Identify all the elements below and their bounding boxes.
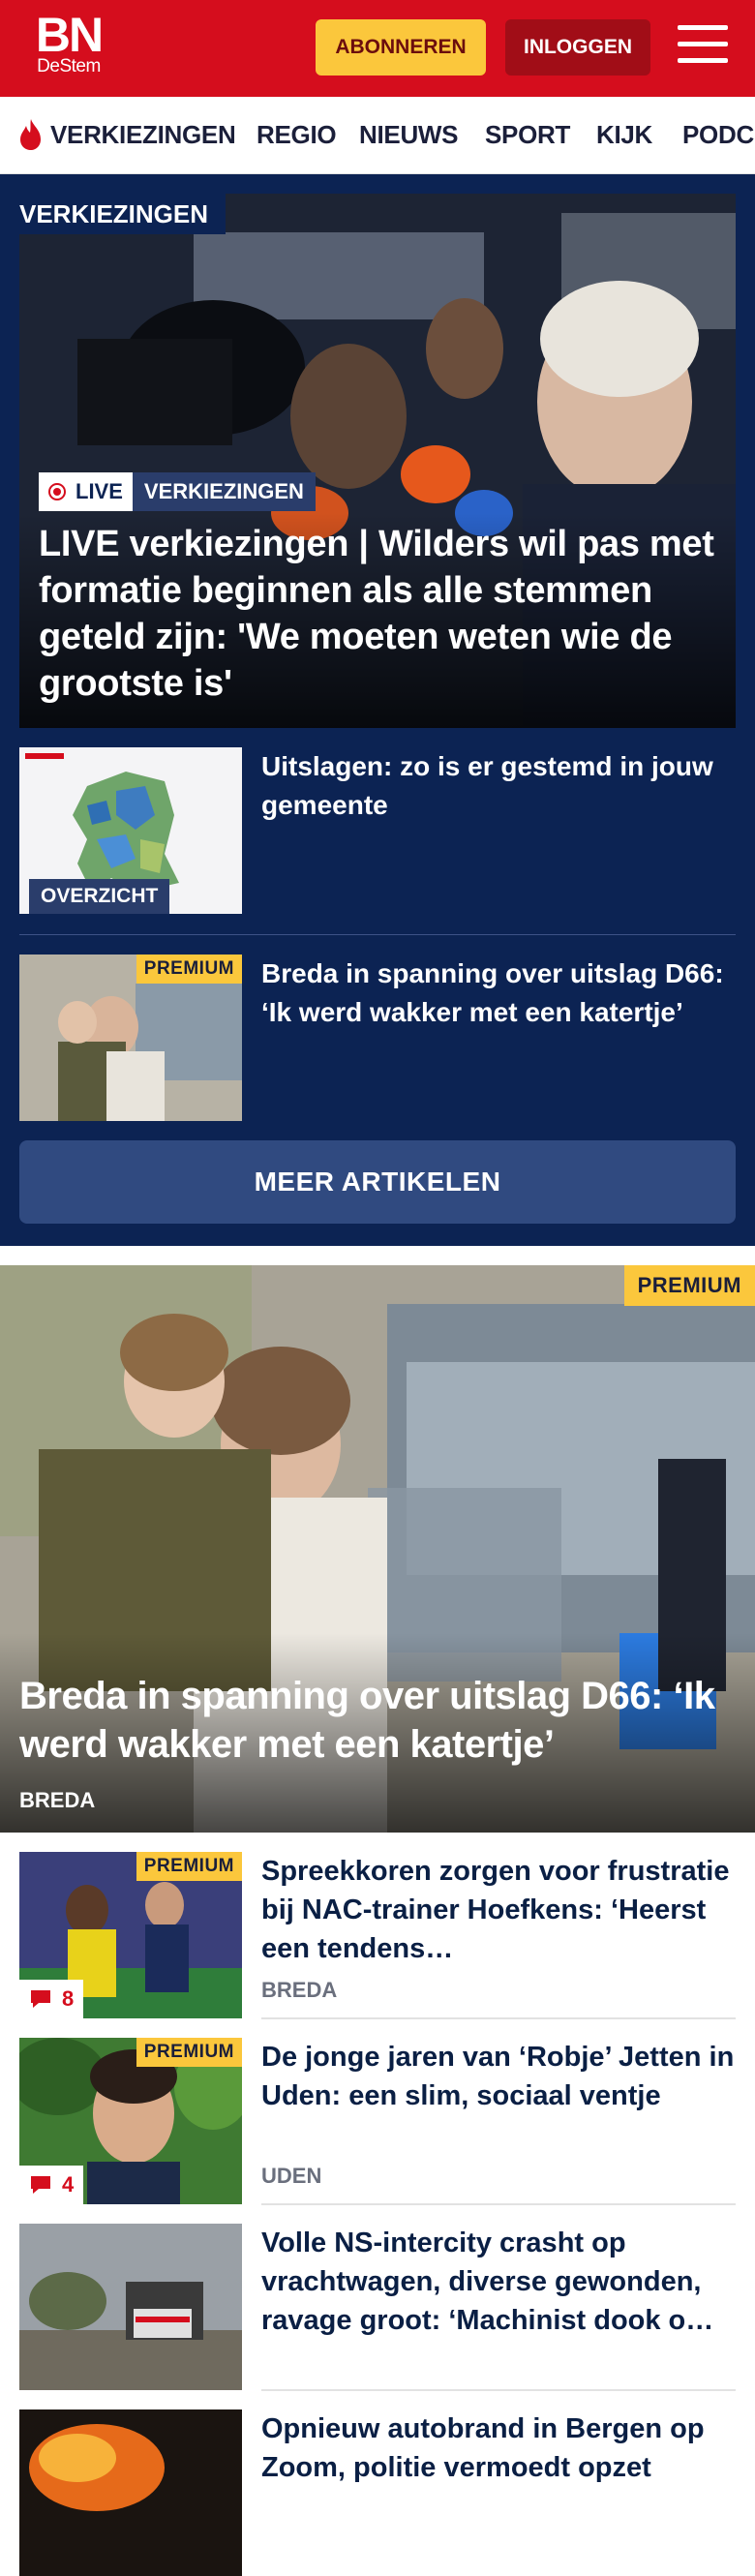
list-item[interactable]: Opnieuw autobrand in Bergen op Zoom, pol… [19, 2409, 736, 2576]
login-button[interactable]: INLOGGEN [505, 19, 650, 76]
logo-sub: DeStem [37, 56, 101, 76]
featured-title[interactable]: Breda in spanning over uitslag D66: ‘Ik … [19, 1672, 745, 1769]
list-item[interactable]: PREMIUM 4 De jonge jaren van ‘Robje’ Jet… [19, 2038, 736, 2204]
divider [261, 2203, 736, 2205]
premium-badge: PREMIUM [136, 1852, 242, 1881]
premium-badge: PREMIUM [136, 955, 242, 984]
more-articles-button[interactable]: MEER ARTIKELEN [19, 1140, 736, 1224]
comment-count-value: 4 [62, 2172, 75, 2197]
subscribe-button[interactable]: ABONNEREN [316, 19, 486, 76]
section-label: VERKIEZINGEN [19, 194, 226, 234]
divider [261, 2389, 736, 2391]
comment-count-value: 8 [62, 1986, 75, 2011]
nav-label: VERKIEZINGEN [50, 119, 236, 149]
premium-badge: PREMIUM [136, 2038, 242, 2067]
premium-badge: PREMIUM [623, 1265, 755, 1306]
overview-badge: OVERZICHT [29, 879, 170, 914]
article-title[interactable]: Volle NS-intercity crasht op vrachtwagen… [261, 2224, 736, 2340]
article-title[interactable]: Opnieuw autobrand in Bergen op Zoom, pol… [261, 2409, 736, 2487]
featured-location: BREDA [19, 1788, 96, 1812]
category-badge: VERKIEZINGEN [132, 472, 316, 511]
comment-count[interactable]: 4 [19, 2166, 84, 2204]
nav-item-verkiezingen[interactable]: VERKIEZINGEN [17, 97, 236, 172]
hero-title[interactable]: LIVE verkiezingen | Wilders wil pas met … [39, 521, 716, 707]
list-item[interactable]: Volle NS-intercity crasht op vrachtwagen… [19, 2224, 736, 2390]
article-image [19, 2409, 242, 2576]
live-dot-icon [48, 483, 66, 500]
top-bar: BN DeStem ABONNEREN INLOGGEN [0, 0, 755, 97]
logo-main: BN [35, 8, 104, 62]
divider [261, 2017, 736, 2019]
article-title[interactable]: Uitslagen: zo is er gestemd in jouw geme… [261, 747, 736, 825]
hero-article[interactable]: VERKIEZINGEN LIVE VERKIEZINGEN LIVE verk… [19, 194, 736, 728]
nav-item-nieuws[interactable]: NIEUWS [359, 97, 459, 172]
menu-icon[interactable] [678, 25, 728, 70]
live-badge: LIVE [39, 472, 133, 511]
list-item[interactable]: OVERZICHT Uitslagen: zo is er gestemd in… [19, 747, 736, 914]
article-thumbnail: PREMIUM [19, 955, 242, 1121]
comment-count[interactable]: 8 [19, 1980, 84, 2018]
list-item[interactable]: PREMIUM 8 Spreekkoren zorgen voor frustr… [19, 1852, 736, 2018]
article-title[interactable]: Spreekkoren zorgen voor frustratie bij N… [261, 1852, 736, 1968]
article-thumbnail: PREMIUM 8 [19, 1852, 242, 2018]
nav-item-kijk[interactable]: KIJK [596, 97, 652, 172]
article-image [19, 2224, 242, 2390]
article-thumbnail [19, 2409, 242, 2576]
map-thumbnail: OVERZICHT [19, 747, 242, 914]
featured-article[interactable]: PREMIUM Breda in spanning over uitslag D… [0, 1265, 755, 1833]
article-title[interactable]: De jonge jaren van ‘Robje’ Jetten in Ude… [261, 2038, 736, 2115]
nav-item-sport[interactable]: SPORT [485, 97, 570, 172]
flame-icon [20, 119, 41, 150]
list-item[interactable]: PREMIUM Breda in spanning over uitslag D… [19, 955, 736, 1121]
article-location: BREDA [261, 1978, 338, 2002]
site-logo[interactable]: BN DeStem [29, 8, 108, 77]
divider [19, 934, 736, 935]
main-nav: VERKIEZINGEN REGIO NIEUWS SPORT KIJK POD… [0, 97, 755, 174]
article-thumbnail [19, 2224, 242, 2390]
nav-item-podcasts[interactable]: PODC [682, 97, 754, 172]
live-label: LIVE [76, 479, 123, 503]
article-thumbnail: PREMIUM 4 [19, 2038, 242, 2204]
live-badges: LIVE VERKIEZINGEN [39, 472, 316, 511]
nav-item-regio[interactable]: REGIO [257, 97, 337, 172]
article-location: UDEN [261, 2164, 322, 2188]
article-title[interactable]: Breda in spanning over uitslag D66: ‘Ik … [261, 955, 736, 1032]
comment-icon [31, 1990, 50, 2008]
comment-icon [31, 2176, 50, 2194]
